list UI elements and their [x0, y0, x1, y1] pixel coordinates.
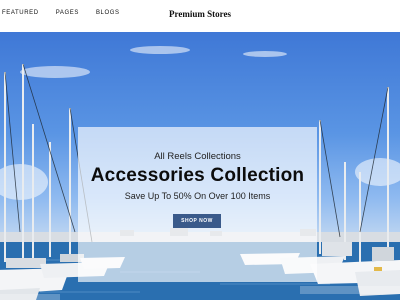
shop-now-button[interactable]: SHOP NOW: [173, 214, 221, 228]
hero-overlay-card: All Reels Collections Accessories Collec…: [78, 127, 317, 282]
store-logo[interactable]: Premium Stores: [0, 9, 400, 19]
hero-kicker: All Reels Collections: [154, 151, 241, 162]
site-header: FEATURED PAGES BLOGS Premium Stores: [0, 0, 400, 32]
hero-banner: All Reels Collections Accessories Collec…: [0, 32, 400, 300]
hero-headline: Accessories Collection: [90, 165, 305, 186]
hero-subtext: Save Up To 50% On Over 100 Items: [124, 191, 271, 201]
